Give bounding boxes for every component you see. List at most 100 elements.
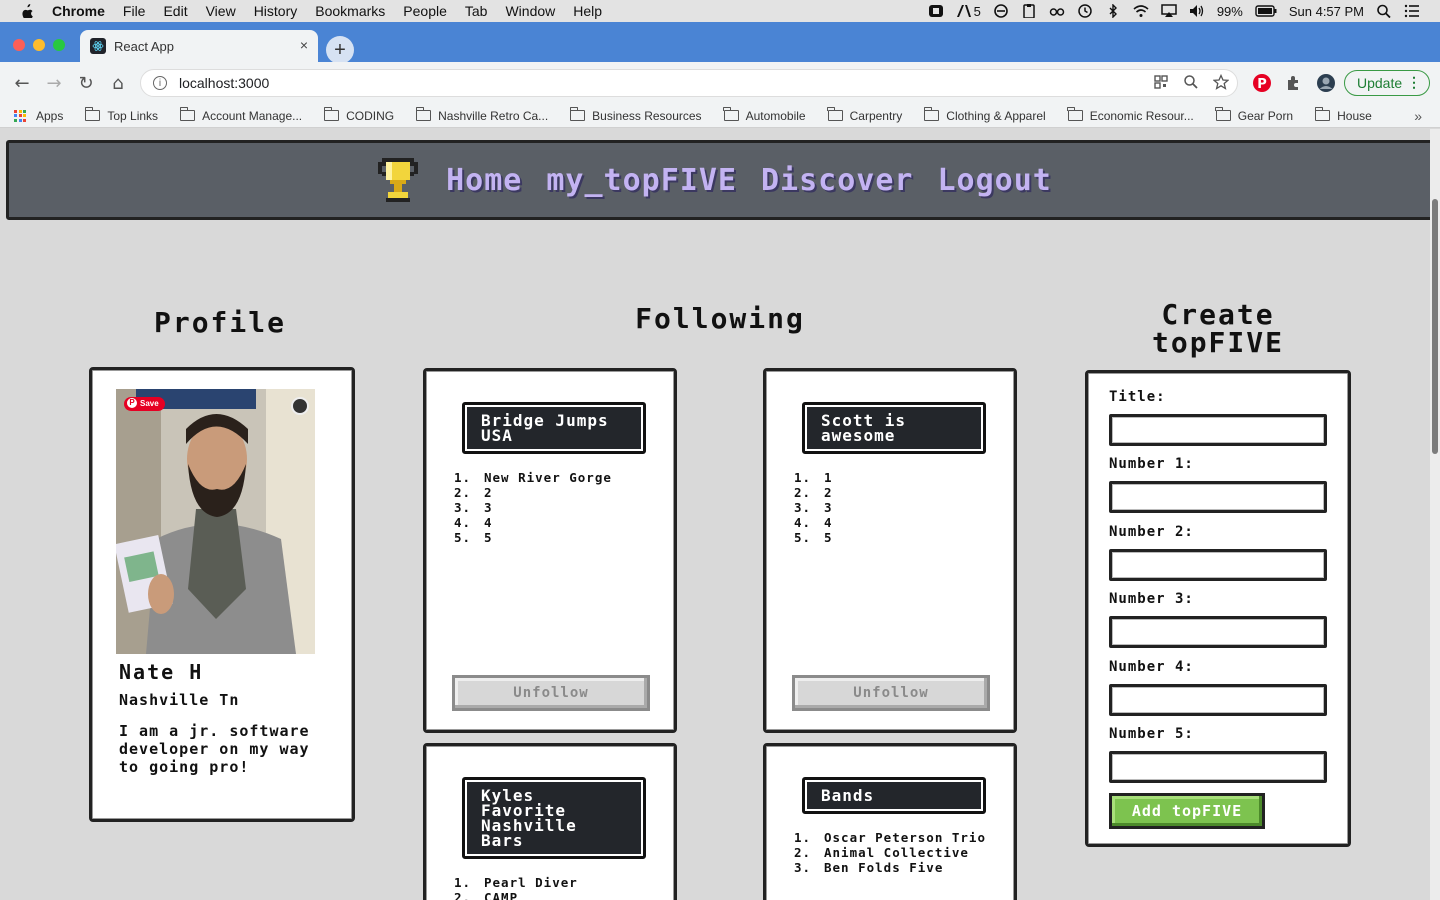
number-4-label: Number 4: xyxy=(1109,659,1194,675)
svg-text:P: P xyxy=(1257,77,1267,92)
list-item: 1. Oscar Peterson Trio xyxy=(794,830,994,845)
menu-tab[interactable]: Tab xyxy=(465,3,488,19)
wifi-icon[interactable] xyxy=(1133,4,1149,18)
page-scrollbar[interactable] xyxy=(1430,129,1440,900)
number-4-input[interactable] xyxy=(1109,684,1327,716)
bookmark-folder[interactable]: House xyxy=(1314,107,1372,123)
time-machine-icon[interactable] xyxy=(1077,4,1093,18)
adobe-icon[interactable]: 5 xyxy=(956,4,981,19)
airplay-icon[interactable] xyxy=(1161,4,1177,18)
add-topfive-button[interactable]: Add topFIVE xyxy=(1109,793,1265,829)
list-item-text: New River Gorge xyxy=(484,470,612,485)
list-title[interactable]: Kyles Favorite Nashville Bars xyxy=(462,777,646,859)
clipboard-icon[interactable] xyxy=(1021,4,1037,18)
menu-help[interactable]: Help xyxy=(573,3,602,19)
menubar-clock[interactable]: Sun 4:57 PM xyxy=(1289,4,1364,19)
bluetooth-icon[interactable] xyxy=(1105,4,1121,18)
maximize-window-button[interactable] xyxy=(53,39,65,51)
close-window-button[interactable] xyxy=(13,39,25,51)
bookmark-folder[interactable]: Nashville Retro Ca... xyxy=(415,107,548,123)
folder-icon xyxy=(323,107,340,121)
menu-window[interactable]: Window xyxy=(505,3,555,19)
bookmark-folder[interactable]: Account Manage... xyxy=(179,107,302,123)
bookmark-folder[interactable]: CODING xyxy=(323,107,395,123)
menu-people[interactable]: People xyxy=(403,3,447,19)
page-viewport: Home my_topFIVE Discover Logout Profile … xyxy=(0,129,1440,900)
scrollbar-thumb[interactable] xyxy=(1432,199,1438,454)
list-item-text: 5 xyxy=(484,530,493,545)
unfollow-button[interactable]: Unfollow xyxy=(452,675,650,711)
menu-bookmarks[interactable]: Bookmarks xyxy=(315,3,385,19)
pinterest-extension-icon[interactable]: P xyxy=(1252,73,1272,93)
back-arrow-icon[interactable]: ← xyxy=(12,73,32,94)
nav-home-link[interactable]: Home xyxy=(446,163,522,198)
more-menu-icon[interactable]: ⋮ xyxy=(1407,74,1421,91)
battery-icon[interactable] xyxy=(1255,4,1277,18)
nav-my-topfive-link[interactable]: my_topFIVE xyxy=(546,163,737,198)
title-input[interactable] xyxy=(1109,414,1327,446)
menu-history[interactable]: History xyxy=(254,3,298,19)
bookmark-folder[interactable]: Carpentry xyxy=(827,107,902,123)
bookmark-label: Automobile xyxy=(745,108,806,123)
bookmarks-overflow-icon[interactable]: » xyxy=(1414,108,1422,124)
bookmark-label: Top Links xyxy=(107,108,159,123)
bookmark-folder[interactable]: Economic Resour... xyxy=(1067,107,1194,123)
apps-grid-icon[interactable] xyxy=(14,109,26,122)
notification-center-icon[interactable] xyxy=(1404,4,1420,18)
bookmark-folder[interactable]: Business Resources xyxy=(569,107,702,123)
glasses-icon[interactable] xyxy=(1049,4,1065,18)
list-title[interactable]: Bridge Jumps USA xyxy=(462,402,646,454)
app-status-icon[interactable] xyxy=(928,4,944,18)
tab-title: React App xyxy=(114,38,174,54)
dnd-icon[interactable] xyxy=(993,4,1009,18)
folder-icon xyxy=(1067,107,1083,121)
macos-menubar: Chrome File Edit View History Bookmarks … xyxy=(0,0,1440,22)
address-bar[interactable]: i localhost:3000 xyxy=(140,69,1238,97)
folder-icon xyxy=(723,107,739,121)
number-3-input[interactable] xyxy=(1109,616,1327,648)
list-item-number: 2. xyxy=(794,845,812,860)
bookmark-folder[interactable]: Top Links xyxy=(84,107,159,123)
bookmark-folder[interactable]: Clothing & Apparel xyxy=(923,107,1046,123)
trophy-logo-icon[interactable] xyxy=(376,156,420,204)
zoom-icon[interactable] xyxy=(1183,74,1199,90)
bookmark-label: CODING xyxy=(346,108,395,123)
bookmark-star-icon[interactable] xyxy=(1213,74,1229,90)
qr-code-icon[interactable] xyxy=(1153,74,1169,90)
number-5-input[interactable] xyxy=(1109,751,1327,783)
tab-react-app[interactable]: React App × xyxy=(80,30,318,62)
number-1-input[interactable] xyxy=(1109,481,1327,513)
chrome-update-button[interactable]: Update ⋮ xyxy=(1344,70,1430,96)
forward-arrow-icon[interactable]: → xyxy=(44,73,64,94)
bookmark-label: Gear Porn xyxy=(1237,108,1294,123)
list-item-number: 3. xyxy=(794,500,812,515)
list-title[interactable]: Scott is awesome xyxy=(802,402,986,454)
apple-icon[interactable] xyxy=(20,4,34,18)
bookmark-folder[interactable]: Gear Porn xyxy=(1215,107,1294,123)
number-1-label: Number 1: xyxy=(1109,456,1194,472)
volume-icon[interactable] xyxy=(1189,4,1205,18)
address-url[interactable]: localhost:3000 xyxy=(179,75,269,91)
visual-search-icon[interactable] xyxy=(291,397,309,415)
pinterest-save-badge[interactable]: Save xyxy=(124,397,165,411)
nav-logout-link[interactable]: Logout xyxy=(938,163,1052,198)
minimize-window-button[interactable] xyxy=(33,39,45,51)
menu-file[interactable]: File xyxy=(123,3,146,19)
extensions-puzzle-icon[interactable] xyxy=(1284,73,1304,93)
tab-close-icon[interactable]: × xyxy=(300,37,308,53)
bookmark-apps[interactable]: Apps xyxy=(36,109,63,123)
site-info-icon[interactable]: i xyxy=(153,76,167,90)
spotlight-search-icon[interactable] xyxy=(1376,4,1392,18)
bookmark-folder[interactable]: Automobile xyxy=(723,107,806,123)
reload-icon[interactable]: ↻ xyxy=(76,73,96,94)
home-icon[interactable]: ⌂ xyxy=(108,73,128,94)
number-2-input[interactable] xyxy=(1109,549,1327,581)
unfollow-button[interactable]: Unfollow xyxy=(792,675,990,711)
list-title[interactable]: Bands xyxy=(802,777,986,814)
menu-chrome[interactable]: Chrome xyxy=(52,3,105,19)
nav-discover-link[interactable]: Discover xyxy=(761,163,914,198)
menu-view[interactable]: View xyxy=(206,3,236,19)
new-tab-button[interactable]: + xyxy=(326,36,354,64)
menu-edit[interactable]: Edit xyxy=(163,3,187,19)
profile-avatar-icon[interactable] xyxy=(1316,73,1336,93)
